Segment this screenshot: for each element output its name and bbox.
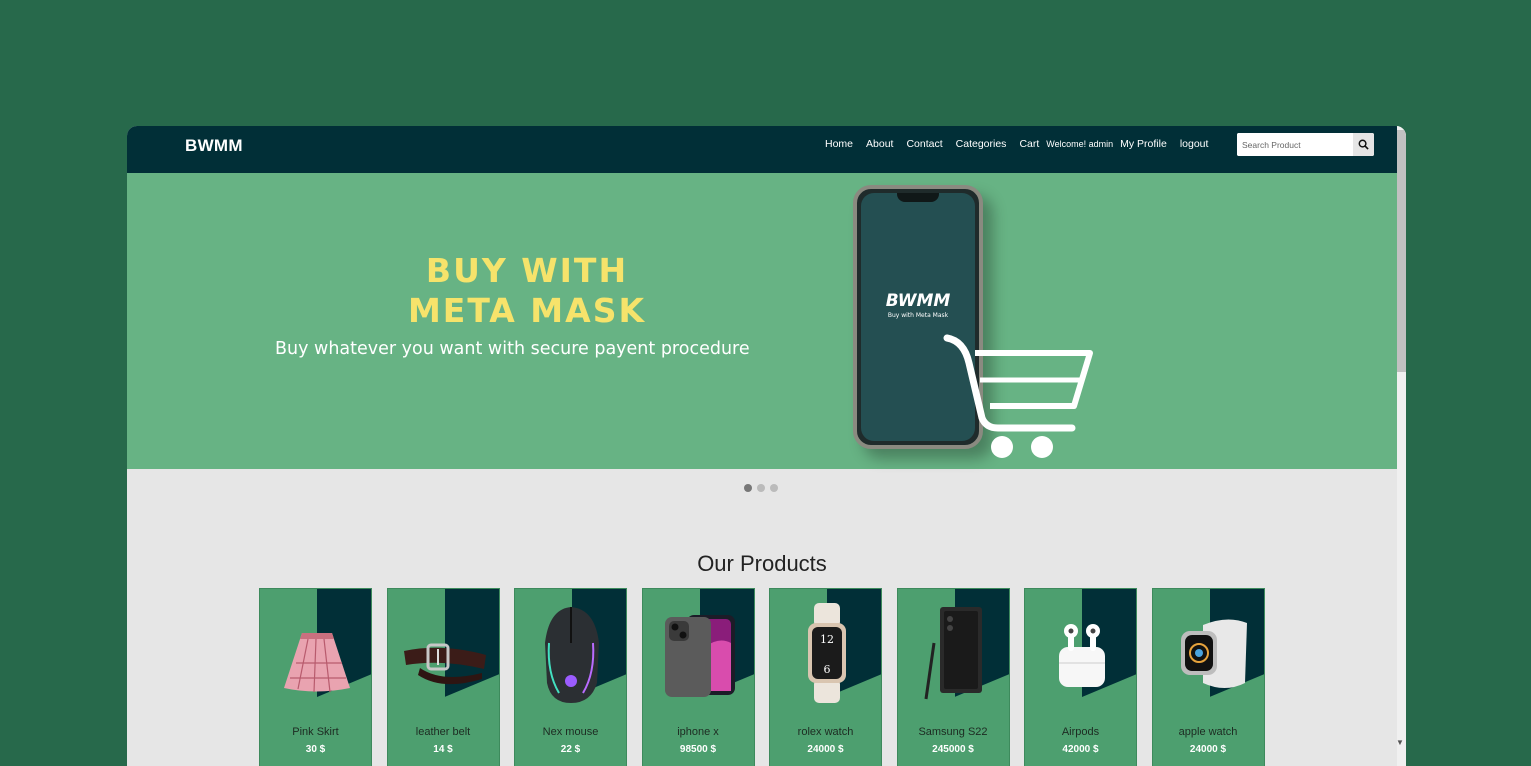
mouse-image bbox=[545, 607, 599, 703]
carousel-indicators bbox=[744, 484, 783, 492]
watch-image: 12 6 bbox=[808, 603, 846, 703]
phone-notch bbox=[897, 193, 939, 202]
belt-image bbox=[403, 643, 486, 685]
nav-links: Home About Contact Categories Cart Welco… bbox=[825, 138, 1221, 150]
product-list: Pink Skirt 30 $ leather belt 14 $ Nex mo… bbox=[259, 588, 1279, 766]
product-name: Airpods bbox=[1061, 726, 1100, 738]
nav-categories[interactable]: Categories bbox=[956, 138, 1007, 150]
product-name: leather belt bbox=[415, 726, 471, 738]
search-box bbox=[1237, 133, 1374, 156]
scroll-down-arrow-icon[interactable]: ▼ bbox=[1396, 738, 1404, 747]
product-name: Pink Skirt bbox=[292, 726, 339, 738]
product-card[interactable]: Samsung S22 245000 $ bbox=[896, 588, 1010, 766]
product-card[interactable]: Pink Skirt 30 $ bbox=[259, 588, 372, 766]
skirt-image bbox=[284, 633, 350, 693]
brand-logo[interactable]: BWMM bbox=[185, 136, 243, 156]
products-section-title: Our Products bbox=[697, 551, 827, 576]
scrollbar-thumb[interactable] bbox=[1397, 130, 1406, 372]
shopping-cart-icon bbox=[943, 334, 1093, 458]
product-price: 42000 $ bbox=[1062, 744, 1099, 755]
navbar: BWMM Home About Contact Categories Cart … bbox=[127, 126, 1397, 173]
banner-subtitle: Buy whatever you want with secure payent… bbox=[275, 339, 750, 359]
carousel-dot-2[interactable] bbox=[757, 484, 765, 492]
carousel-dot-3[interactable] bbox=[770, 484, 778, 492]
apple-watch-image bbox=[1180, 619, 1247, 688]
svg-text:12: 12 bbox=[820, 633, 834, 646]
product-price: 14 $ bbox=[433, 744, 453, 755]
nav-cart[interactable]: Cart bbox=[1019, 138, 1039, 150]
product-name: apple watch bbox=[1178, 726, 1238, 738]
product-card[interactable]: Nex mouse 22 $ bbox=[514, 588, 627, 766]
nav-my-profile[interactable]: My Profile bbox=[1120, 138, 1167, 150]
search-button[interactable] bbox=[1353, 133, 1374, 156]
product-name: rolex watch bbox=[797, 726, 854, 738]
browser-window: BWMM Home About Contact Categories Cart … bbox=[127, 126, 1406, 766]
product-name: Nex mouse bbox=[542, 726, 599, 738]
product-price: 98500 $ bbox=[679, 744, 717, 755]
carousel-dot-1[interactable] bbox=[744, 484, 752, 492]
product-price: 245000 $ bbox=[932, 744, 974, 755]
hero-banner: BUY WITH META MASK Buy whatever you want… bbox=[127, 173, 1397, 469]
banner-title: BUY WITH META MASK bbox=[327, 251, 727, 331]
nav-home[interactable]: Home bbox=[825, 138, 853, 150]
search-input[interactable] bbox=[1237, 133, 1353, 156]
product-price: 30 $ bbox=[305, 744, 326, 755]
product-name: iphone x bbox=[677, 726, 719, 738]
iphone-image bbox=[664, 615, 735, 697]
phone-tagline: Buy with Meta Mask bbox=[887, 312, 949, 319]
product-card[interactable]: iphone x 98500 $ bbox=[641, 588, 755, 766]
product-name: Samsung S22 bbox=[918, 726, 988, 738]
product-card[interactable]: 12 6 rolex watch 24000 $ bbox=[769, 588, 882, 766]
product-price: 22 $ bbox=[560, 744, 581, 755]
product-card[interactable]: apple watch 24000 $ bbox=[1151, 588, 1265, 766]
product-price: 24000 $ bbox=[807, 744, 844, 755]
product-price: 24000 $ bbox=[1189, 744, 1227, 755]
nav-logout[interactable]: logout bbox=[1180, 138, 1209, 150]
welcome-text: Welcome! admin bbox=[1046, 139, 1114, 149]
product-card[interactable]: leather belt 14 $ bbox=[386, 588, 500, 766]
airpods-image bbox=[1059, 624, 1105, 687]
samsung-phone-image bbox=[924, 607, 982, 700]
product-card[interactable]: Airpods 42000 $ bbox=[1024, 588, 1137, 766]
banner-title-line1: BUY WITH bbox=[425, 251, 629, 290]
phone-logo: BWMM bbox=[885, 291, 951, 311]
nav-about[interactable]: About bbox=[866, 138, 893, 150]
nav-contact[interactable]: Contact bbox=[906, 138, 942, 150]
search-icon bbox=[1358, 139, 1369, 150]
banner-title-line2: META MASK bbox=[407, 291, 647, 330]
svg-text:6: 6 bbox=[824, 663, 831, 676]
